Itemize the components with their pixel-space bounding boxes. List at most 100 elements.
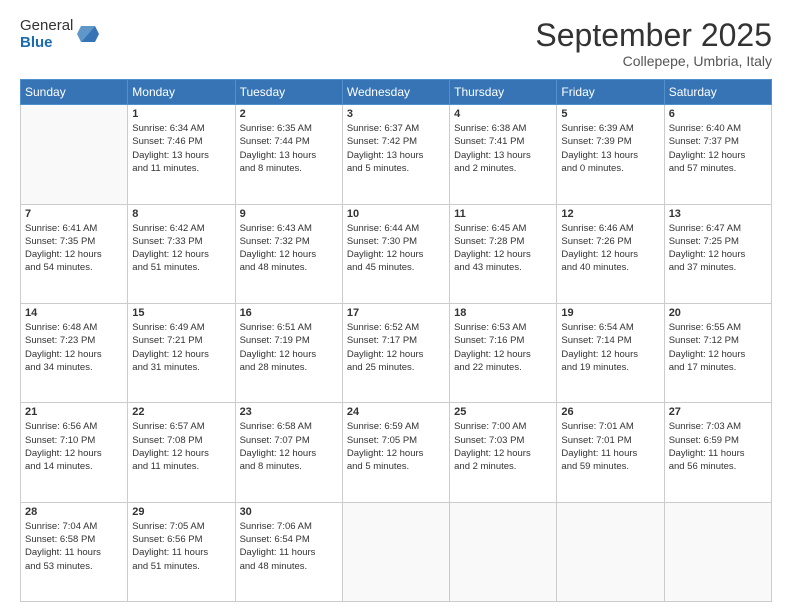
header: General Blue September 2025 Collepepe, U… [20,18,772,69]
day-number: 11 [454,208,552,220]
calendar-cell: 2 Sunrise: 6:35 AMSunset: 7:44 PMDaylight… [235,105,342,204]
day-header-thursday: Thursday [450,80,557,105]
calendar-cell: 1 Sunrise: 6:34 AMSunset: 7:46 PMDaylight… [128,105,235,204]
calendar-cell: 10 Sunrise: 6:44 AMSunset: 7:30 PMDayligh… [342,204,449,303]
day-header-wednesday: Wednesday [342,80,449,105]
day-number: 17 [347,307,445,319]
day-number: 14 [25,307,123,319]
day-info: Sunrise: 6:49 AMSunset: 7:21 PMDaylight:… [132,321,230,374]
day-info: Sunrise: 6:41 AMSunset: 7:35 PMDaylight:… [25,222,123,275]
day-number: 4 [454,108,552,120]
day-number: 9 [240,208,338,220]
day-number: 12 [561,208,659,220]
day-info: Sunrise: 7:01 AMSunset: 7:01 PMDaylight:… [561,420,659,473]
day-number: 8 [132,208,230,220]
calendar-cell: 16 Sunrise: 6:51 AMSunset: 7:19 PMDayligh… [235,303,342,402]
logo-general: General [20,18,73,35]
calendar-header-row: SundayMondayTuesdayWednesdayThursdayFrid… [21,80,772,105]
calendar-cell: 25 Sunrise: 7:00 AMSunset: 7:03 PMDayligh… [450,403,557,502]
day-info: Sunrise: 6:38 AMSunset: 7:41 PMDaylight:… [454,122,552,175]
day-number: 1 [132,108,230,120]
day-info: Sunrise: 6:52 AMSunset: 7:17 PMDaylight:… [347,321,445,374]
day-number: 30 [240,506,338,518]
calendar-cell: 19 Sunrise: 6:54 AMSunset: 7:14 PMDayligh… [557,303,664,402]
day-number: 25 [454,406,552,418]
day-info: Sunrise: 7:04 AMSunset: 6:58 PMDaylight:… [25,520,123,573]
day-number: 19 [561,307,659,319]
day-info: Sunrise: 6:44 AMSunset: 7:30 PMDaylight:… [347,222,445,275]
day-info: Sunrise: 6:45 AMSunset: 7:28 PMDaylight:… [454,222,552,275]
calendar-cell: 6 Sunrise: 6:40 AMSunset: 7:37 PMDaylight… [664,105,771,204]
calendar-cell: 11 Sunrise: 6:45 AMSunset: 7:28 PMDayligh… [450,204,557,303]
day-info: Sunrise: 6:56 AMSunset: 7:10 PMDaylight:… [25,420,123,473]
day-number: 22 [132,406,230,418]
logo-icon [77,24,99,46]
calendar-cell: 22 Sunrise: 6:57 AMSunset: 7:08 PMDayligh… [128,403,235,502]
logo-text: General Blue [20,18,73,51]
day-number: 29 [132,506,230,518]
calendar-cell: 24 Sunrise: 6:59 AMSunset: 7:05 PMDayligh… [342,403,449,502]
calendar-cell [557,502,664,601]
day-info: Sunrise: 6:55 AMSunset: 7:12 PMDaylight:… [669,321,767,374]
calendar-cell: 17 Sunrise: 6:52 AMSunset: 7:17 PMDayligh… [342,303,449,402]
calendar-cell: 21 Sunrise: 6:56 AMSunset: 7:10 PMDayligh… [21,403,128,502]
calendar-week-4: 21 Sunrise: 6:56 AMSunset: 7:10 PMDayligh… [21,403,772,502]
day-number: 5 [561,108,659,120]
calendar-cell: 29 Sunrise: 7:05 AMSunset: 6:56 PMDayligh… [128,502,235,601]
title-block: September 2025 Collepepe, Umbria, Italy [535,18,772,69]
calendar-cell: 20Sunrise: 6:55 AMSunset: 7:12 PMDayligh… [664,303,771,402]
day-number: 2 [240,108,338,120]
calendar-cell [664,502,771,601]
calendar-cell: 30Sunrise: 7:06 AMSunset: 6:54 PMDayligh… [235,502,342,601]
day-info: Sunrise: 7:05 AMSunset: 6:56 PMDaylight:… [132,520,230,573]
calendar-cell: 12 Sunrise: 6:46 AMSunset: 7:26 PMDayligh… [557,204,664,303]
day-info: Sunrise: 6:54 AMSunset: 7:14 PMDaylight:… [561,321,659,374]
day-info: Sunrise: 6:53 AMSunset: 7:16 PMDaylight:… [454,321,552,374]
day-info: Sunrise: 7:03 AMSunset: 6:59 PMDaylight:… [669,420,767,473]
day-number: 18 [454,307,552,319]
calendar-cell: 27 Sunrise: 7:03 AMSunset: 6:59 PMDayligh… [664,403,771,502]
day-number: 26 [561,406,659,418]
calendar-table: SundayMondayTuesdayWednesdayThursdayFrid… [20,79,772,602]
calendar-cell [450,502,557,601]
day-info: Sunrise: 6:51 AMSunset: 7:19 PMDaylight:… [240,321,338,374]
day-info: Sunrise: 6:37 AMSunset: 7:42 PMDaylight:… [347,122,445,175]
day-info: Sunrise: 6:43 AMSunset: 7:32 PMDaylight:… [240,222,338,275]
day-number: 13 [669,208,767,220]
calendar-cell [21,105,128,204]
logo: General Blue [20,18,99,51]
calendar-cell: 26 Sunrise: 7:01 AMSunset: 7:01 PMDayligh… [557,403,664,502]
calendar-cell: 8 Sunrise: 6:42 AMSunset: 7:33 PMDaylight… [128,204,235,303]
day-info: Sunrise: 6:57 AMSunset: 7:08 PMDaylight:… [132,420,230,473]
day-info: Sunrise: 6:34 AMSunset: 7:46 PMDaylight:… [132,122,230,175]
day-info: Sunrise: 6:42 AMSunset: 7:33 PMDaylight:… [132,222,230,275]
day-number: 10 [347,208,445,220]
location-subtitle: Collepepe, Umbria, Italy [535,53,772,69]
day-info: Sunrise: 6:47 AMSunset: 7:25 PMDaylight:… [669,222,767,275]
day-info: Sunrise: 6:46 AMSunset: 7:26 PMDaylight:… [561,222,659,275]
day-header-tuesday: Tuesday [235,80,342,105]
calendar-week-3: 14Sunrise: 6:48 AMSunset: 7:23 PMDayligh… [21,303,772,402]
day-number: 7 [25,208,123,220]
day-number: 15 [132,307,230,319]
day-number: 6 [669,108,767,120]
day-info: Sunrise: 6:35 AMSunset: 7:44 PMDaylight:… [240,122,338,175]
calendar-week-2: 7 Sunrise: 6:41 AMSunset: 7:35 PMDaylight… [21,204,772,303]
day-info: Sunrise: 6:40 AMSunset: 7:37 PMDaylight:… [669,122,767,175]
calendar-cell: 7 Sunrise: 6:41 AMSunset: 7:35 PMDaylight… [21,204,128,303]
logo-blue: Blue [20,35,73,52]
month-title: September 2025 [535,18,772,53]
day-number: 24 [347,406,445,418]
day-number: 28 [25,506,123,518]
calendar-cell: 5 Sunrise: 6:39 AMSunset: 7:39 PMDaylight… [557,105,664,204]
day-info: Sunrise: 6:59 AMSunset: 7:05 PMDaylight:… [347,420,445,473]
day-info: Sunrise: 6:39 AMSunset: 7:39 PMDaylight:… [561,122,659,175]
day-number: 21 [25,406,123,418]
day-info: Sunrise: 6:58 AMSunset: 7:07 PMDaylight:… [240,420,338,473]
calendar-cell: 13 Sunrise: 6:47 AMSunset: 7:25 PMDayligh… [664,204,771,303]
day-number: 3 [347,108,445,120]
day-header-sunday: Sunday [21,80,128,105]
day-number: 27 [669,406,767,418]
day-info: Sunrise: 7:00 AMSunset: 7:03 PMDaylight:… [454,420,552,473]
day-number: 16 [240,307,338,319]
